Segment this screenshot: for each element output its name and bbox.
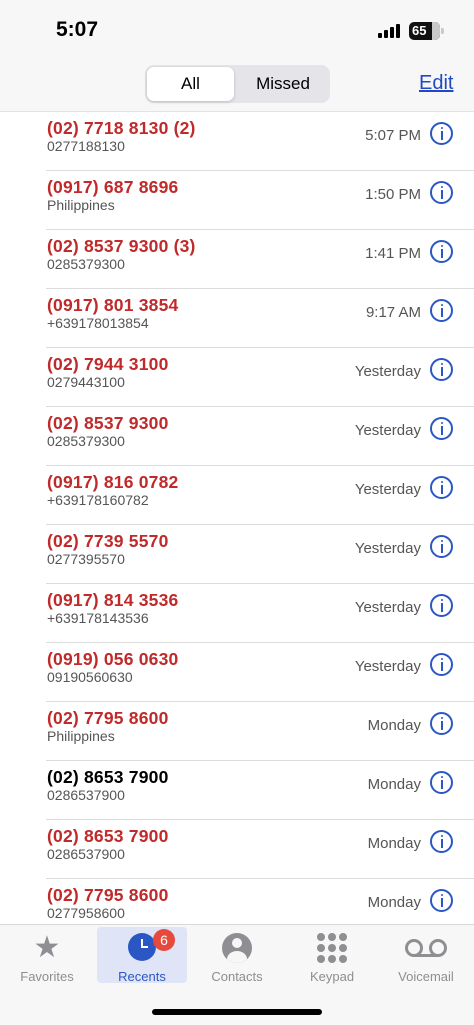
segment-missed[interactable]: Missed	[238, 67, 328, 101]
call-detail: Philippines	[47, 728, 115, 744]
call-row[interactable]: (02) 7944 3100 0279443100 Yesterday	[0, 348, 474, 407]
info-icon[interactable]	[430, 358, 453, 381]
call-detail: 0277188130	[47, 138, 125, 154]
call-time: Yesterday	[354, 363, 421, 380]
call-detail: +639178143536	[47, 610, 149, 626]
call-time: Monday	[367, 776, 421, 793]
missed-count-badge: 6	[153, 929, 175, 951]
call-number: (02) 7795 8600	[47, 708, 169, 728]
call-detail: 0286537900	[47, 846, 125, 862]
call-row[interactable]: (0917) 687 8696 Philippines 1:50 PM	[0, 171, 474, 230]
info-icon[interactable]	[430, 417, 453, 440]
call-row[interactable]: (02) 8537 9300 0285379300 Yesterday	[0, 407, 474, 466]
home-indicator	[152, 1009, 322, 1015]
call-number: (0917) 687 8696	[47, 177, 179, 197]
tab-favorites[interactable]: ★ Favorites	[2, 927, 92, 985]
call-row[interactable]: (02) 7795 8600 0277958600 Monday	[0, 879, 474, 924]
clock-icon	[128, 933, 156, 961]
call-number: (0917) 814 3536	[47, 590, 179, 610]
call-time: 1:50 PM	[365, 186, 421, 203]
tab-contacts-label: Contacts	[211, 969, 263, 984]
star-icon: ★	[33, 931, 61, 964]
call-detail: 0279443100	[47, 374, 125, 390]
info-icon[interactable]	[430, 594, 453, 617]
status-time: 5:07	[56, 18, 99, 41]
info-icon[interactable]	[430, 889, 453, 912]
call-row[interactable]: (0917) 816 0782 +639178160782 Yesterday	[0, 466, 474, 525]
call-number: (0917) 801 3854	[47, 295, 179, 315]
keypad-icon	[317, 933, 347, 963]
call-detail: 0286537900	[47, 787, 125, 803]
call-row[interactable]: (02) 8653 7900 0286537900 Monday	[0, 820, 474, 879]
recents-header: All Missed Edit	[0, 60, 474, 112]
person-icon	[222, 933, 252, 963]
call-detail: 0277958600	[47, 905, 125, 921]
call-detail: 0285379300	[47, 256, 125, 272]
call-number: (02) 8537 9300 (3)	[47, 236, 196, 256]
call-number: (02) 7739 5570	[47, 531, 169, 551]
call-row[interactable]: (02) 8653 7900 0286537900 Monday	[0, 761, 474, 820]
info-icon[interactable]	[430, 771, 453, 794]
call-number: (0919) 056 0630	[47, 649, 179, 669]
tab-recents-label: Recents	[118, 969, 166, 984]
call-number: (02) 7718 8130 (2)	[47, 118, 196, 138]
call-number: (02) 8537 9300	[47, 413, 169, 433]
signal-icon	[378, 24, 402, 38]
call-time: Monday	[367, 717, 421, 734]
segment-all[interactable]: All	[147, 67, 234, 101]
tab-keypad-label: Keypad	[309, 969, 355, 984]
call-number: (02) 8653 7900	[47, 826, 169, 846]
tab-keypad[interactable]: Keypad	[287, 927, 377, 984]
info-icon[interactable]	[430, 830, 453, 853]
tab-contacts[interactable]: Contacts	[192, 927, 282, 984]
call-detail: Philippines	[47, 197, 115, 213]
status-bar: 5:07 65	[0, 0, 474, 60]
call-time: 1:41 PM	[365, 245, 421, 262]
call-time: Yesterday	[354, 481, 421, 498]
call-row[interactable]: (02) 7795 8600 Philippines Monday	[0, 702, 474, 761]
battery-icon: 65	[409, 22, 444, 40]
call-time: Yesterday	[354, 658, 421, 675]
info-icon[interactable]	[430, 653, 453, 676]
tab-recents[interactable]: 6 Recents	[97, 927, 187, 984]
call-detail: 09190560630	[47, 669, 133, 685]
info-icon[interactable]	[430, 240, 453, 263]
call-row[interactable]: (0917) 814 3536 +639178143536 Yesterday	[0, 584, 474, 643]
call-number: (02) 8653 7900	[47, 767, 169, 787]
call-number: (0917) 816 0782	[47, 472, 179, 492]
info-icon[interactable]	[430, 181, 453, 204]
info-icon[interactable]	[430, 122, 453, 145]
call-time: Yesterday	[354, 422, 421, 439]
recent-calls-list: (02) 7718 8130 (2) 0277188130 5:07 PM (0…	[0, 112, 474, 924]
call-time: Yesterday	[354, 599, 421, 616]
call-detail: 0277395570	[47, 551, 125, 567]
info-icon[interactable]	[430, 476, 453, 499]
call-detail: 0285379300	[47, 433, 125, 449]
filter-segmented-control: All Missed	[145, 65, 330, 103]
call-time: Monday	[367, 835, 421, 852]
call-time: Monday	[367, 894, 421, 911]
call-detail: +639178013854	[47, 315, 149, 331]
info-icon[interactable]	[430, 712, 453, 735]
call-row[interactable]: (02) 7718 8130 (2) 0277188130 5:07 PM	[0, 112, 474, 171]
call-row[interactable]: (02) 7739 5570 0277395570 Yesterday	[0, 525, 474, 584]
call-row[interactable]: (0917) 801 3854 +639178013854 9:17 AM	[0, 289, 474, 348]
call-number: (02) 7795 8600	[47, 885, 169, 905]
call-time: Yesterday	[354, 540, 421, 557]
call-time: 9:17 AM	[365, 304, 421, 321]
battery-level: 65	[412, 23, 427, 38]
call-time: 5:07 PM	[365, 127, 421, 144]
info-icon[interactable]	[430, 535, 453, 558]
call-detail: +639178160782	[47, 492, 149, 508]
call-row[interactable]: (02) 8537 9300 (3) 0285379300 1:41 PM	[0, 230, 474, 289]
voicemail-icon	[405, 939, 447, 959]
info-icon[interactable]	[430, 299, 453, 322]
tab-voicemail-label: Voicemail	[398, 969, 454, 984]
call-row[interactable]: (0919) 056 0630 09190560630 Yesterday	[0, 643, 474, 702]
edit-button[interactable]: Edit	[419, 72, 453, 95]
call-number: (02) 7944 3100	[47, 354, 169, 374]
tab-voicemail[interactable]: Voicemail	[381, 927, 471, 984]
tab-favorites-label: Favorites	[20, 969, 74, 984]
